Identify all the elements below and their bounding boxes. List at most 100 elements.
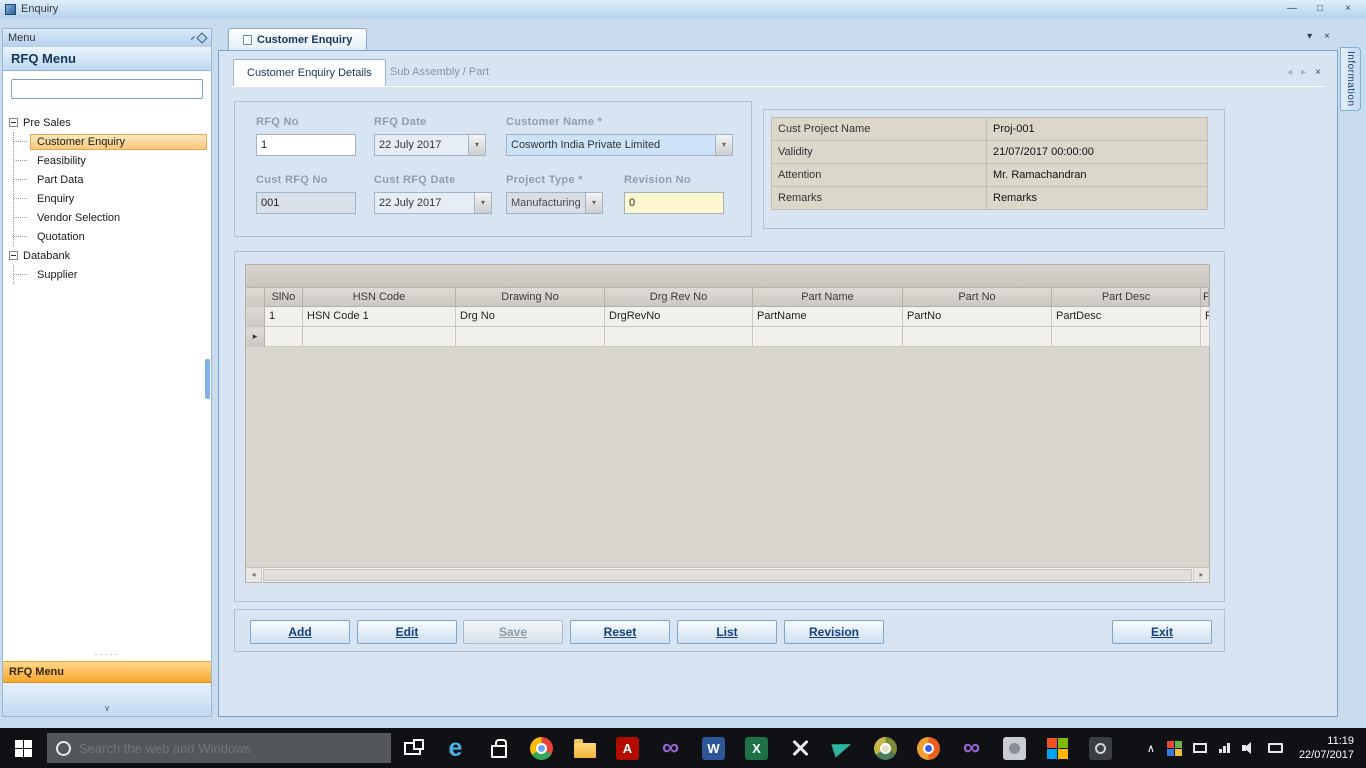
tray-color-app-button[interactable] [1162,728,1187,768]
reset-button[interactable]: Reset [570,620,670,644]
project-type-select[interactable]: Manufacturing ▾ [506,192,603,214]
tab-information[interactable]: Information [1340,47,1361,111]
taskbar-search-input[interactable] [79,740,369,756]
tree-node-label: Quotation [37,230,85,243]
word-button[interactable]: W [692,728,735,768]
screenshot-app-button[interactable] [1079,728,1122,768]
chevron-down-icon[interactable]: ▾ [1307,31,1312,42]
tray-network-button[interactable] [1213,728,1236,768]
tools-button[interactable] [778,728,821,768]
tree-node-pre-sales[interactable]: Pre Sales [3,113,211,132]
gray-app-button[interactable] [993,728,1036,768]
info-row: Validity 21/07/2017 00:00:00 [771,140,1208,164]
close-icon[interactable]: × [1324,31,1330,42]
store-button[interactable] [477,728,520,768]
scroll-left-icon[interactable]: ◂ [246,568,262,582]
tree-node-supplier[interactable]: Supplier [14,265,211,284]
taskbar-search[interactable] [47,733,391,763]
chevron-down-icon: ▾ [585,193,602,213]
scroll-right-icon[interactable]: ▸ [1193,568,1209,582]
grid-col-part-no[interactable]: Part No [903,288,1052,307]
splitter-grip[interactable]: ····· [3,650,211,661]
minimize-icon[interactable]: — [1285,1,1299,17]
tray-keyboard-button[interactable] [1262,728,1289,768]
chrome-button[interactable] [520,728,563,768]
tree-scrollbar-thumb[interactable] [205,359,210,399]
tree-node-part-data[interactable]: Part Data [14,170,211,189]
visual-studio-2-button[interactable]: ∞ [950,728,993,768]
grid-top-band [246,265,1209,288]
messaging-app-button[interactable] [821,728,864,768]
tray-volume-button[interactable] [1236,728,1262,768]
speaker-icon [1241,742,1256,754]
tree-node-label: Part Data [37,173,84,186]
rfq-menu-bottom-bar[interactable]: RFQ Menu [3,661,211,683]
grid-data-row[interactable]: 1 HSN Code 1 Drg No DrgRevNo PartName Pa… [246,307,1210,327]
add-button[interactable]: Add [250,620,350,644]
revision-button[interactable]: Revision [784,620,884,644]
excel-button[interactable]: X [735,728,778,768]
button-label: Add [288,625,312,639]
cust-rfq-date-picker[interactable]: 22 July 2017 ▾ [374,192,492,214]
save-button[interactable]: Save [463,620,563,644]
customer-name-select[interactable]: Cosworth India Private Limited ▾ [506,134,733,156]
menu-search-input[interactable] [11,79,203,99]
project-info-table: Cust Project Name Proj-001 Validity 21/0… [771,117,1208,210]
acrobat-button[interactable]: A [606,728,649,768]
grid-horizontal-scrollbar[interactable]: ◂ ▸ [246,567,1209,582]
tree-node-customer-enquiry[interactable]: Customer Enquiry [14,132,211,151]
cust-rfq-no-field[interactable] [256,192,356,214]
grid-col-part-desc[interactable]: Part Desc [1052,288,1201,307]
tray-display-button[interactable] [1187,728,1213,768]
grid-new-row[interactable]: ▸ [246,327,1210,347]
visual-studio-button[interactable]: ∞ [649,728,692,768]
grid-col-partial[interactable]: P [1201,288,1209,307]
tray-chevron-up-icon[interactable]: ∧ [1140,728,1162,768]
collapse-icon[interactable] [9,118,18,127]
rfq-date-picker[interactable]: 22 July 2017 ▾ [374,134,486,156]
revision-no-field[interactable] [624,192,724,214]
grid-col-hsn-code[interactable]: HSN Code [303,288,456,307]
office-hub-button[interactable] [1036,728,1079,768]
close-icon[interactable]: × [1341,1,1355,17]
edge-button[interactable]: e [434,728,477,768]
camera-icon [1089,736,1112,760]
tree-node-feasibility[interactable]: Feasibility [14,151,211,170]
tree-node-vendor-selection[interactable]: Vendor Selection [14,208,211,227]
info-value: Remarks [986,186,1208,210]
grid-col-slno[interactable]: SlNo [265,288,303,307]
dock-bottom-panel[interactable]: ∨ [3,683,211,716]
exit-button[interactable]: Exit [1112,620,1212,644]
grid-cell-part-name: PartName [753,307,903,327]
collapse-icon[interactable] [9,251,18,260]
taskbar-clock[interactable]: 11:19 22/07/2017 [1299,734,1354,762]
customer-enquiry-panel: Customer Enquiry Details Sub Assembly / … [218,50,1338,717]
firefox-button[interactable] [907,728,950,768]
tree-node-quotation[interactable]: Quotation [14,227,211,246]
grid-col-part-name[interactable]: Part Name [753,288,903,307]
tree-node-label: Pre Sales [23,116,71,129]
start-button[interactable] [0,728,47,768]
scrollbar-thumb[interactable] [263,569,1192,581]
nav-left-icon[interactable]: ◂ [1287,67,1292,78]
pin-icon[interactable] [196,32,208,44]
tree-node-databank[interactable]: Databank [3,246,211,265]
close-icon[interactable]: × [1315,67,1321,78]
tab-sub-assembly-part[interactable]: Sub Assembly / Part [377,59,502,86]
chrome-icon [530,736,553,760]
grid-col-drg-rev-no[interactable]: Drg Rev No [605,288,753,307]
tree-node-enquiry[interactable]: Enquiry [14,189,211,208]
browser-app-button[interactable] [864,728,907,768]
tab-customer-enquiry-details[interactable]: Customer Enquiry Details [233,59,386,86]
file-explorer-button[interactable] [563,728,606,768]
edit-button[interactable]: Edit [357,620,457,644]
grid-col-drawing-no[interactable]: Drawing No [456,288,605,307]
task-view-button[interactable] [391,728,434,768]
tab-customer-enquiry[interactable]: Customer Enquiry [228,28,368,50]
maximize-icon[interactable]: □ [1313,1,1327,17]
word-icon: W [702,736,725,760]
rfq-no-field[interactable] [256,134,356,156]
nav-right-icon[interactable]: ▸ [1301,67,1306,78]
chevron-down-icon[interactable]: ∨ [104,703,111,714]
list-button[interactable]: List [677,620,777,644]
